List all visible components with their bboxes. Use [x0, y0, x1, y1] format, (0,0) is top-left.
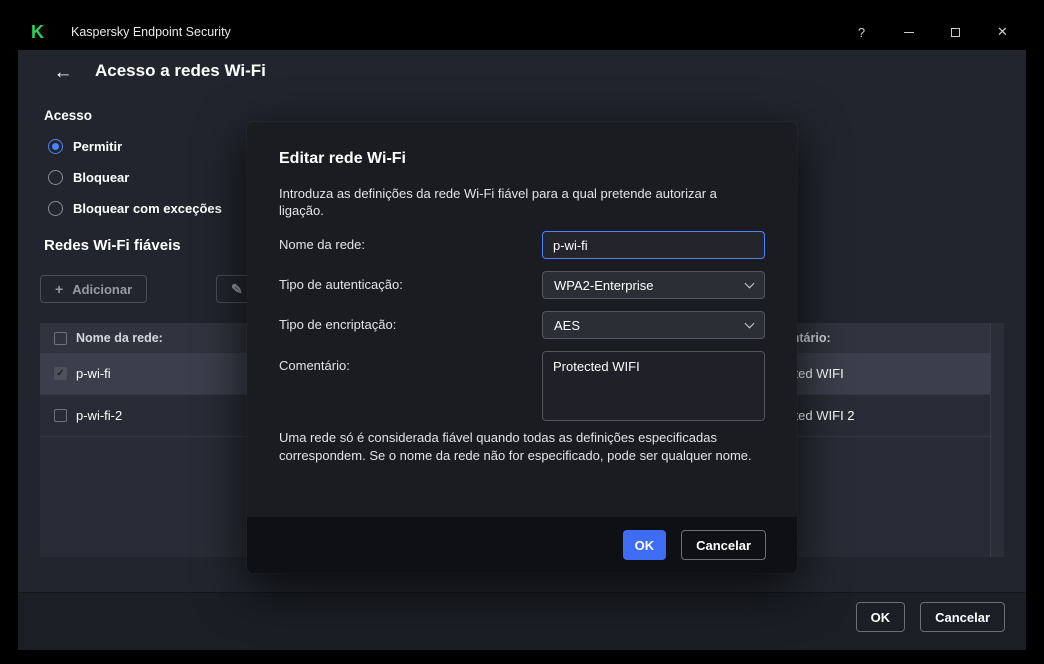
app-title: Kaspersky Endpoint Security	[71, 25, 231, 39]
select-all-checkbox[interactable]	[54, 332, 67, 345]
table-scrollbar[interactable]	[990, 323, 1004, 557]
network-name-input[interactable]	[542, 231, 765, 259]
minimize-icon	[904, 32, 914, 33]
cancel-button[interactable]: Cancelar	[920, 602, 1005, 632]
encryption-type-label: Tipo de encriptação:	[279, 311, 542, 339]
radio-label: Permitir	[73, 139, 122, 154]
titlebar: K Kaspersky Endpoint Security ? ✕	[18, 14, 1026, 50]
auth-type-label: Tipo de autenticação:	[279, 271, 542, 299]
window-controls: ? ✕	[838, 14, 1026, 50]
radio-icon	[48, 170, 63, 185]
maximize-icon	[951, 28, 960, 37]
pencil-icon: ✎	[231, 282, 243, 296]
field-comment: Comentário: Protected WIFI	[279, 351, 765, 421]
add-button-label: Adicionar	[72, 282, 132, 297]
dialog-ok-button[interactable]: OK	[623, 530, 667, 560]
network-name-label: Nome da rede:	[279, 231, 542, 259]
access-section-heading: Acesso	[44, 108, 92, 123]
plus-icon: +	[55, 282, 63, 296]
chevron-down-icon	[745, 319, 755, 329]
auth-type-select[interactable]: WPA2-Enterprise	[542, 271, 765, 299]
radio-bloquear[interactable]: Bloquear	[48, 167, 129, 187]
radio-label: Bloquear com exceções	[73, 201, 222, 216]
screen: K Kaspersky Endpoint Security ? ✕ ← Aces…	[0, 0, 1044, 664]
radio-bloquear-excecoes[interactable]: Bloquear com exceções	[48, 198, 222, 218]
field-auth-type: Tipo de autenticação: WPA2-Enterprise	[279, 271, 765, 299]
ok-button[interactable]: OK	[856, 602, 906, 632]
radio-permitir[interactable]: Permitir	[48, 136, 122, 156]
dialog-description: Introduza as definições da rede Wi-Fi fi…	[279, 185, 765, 219]
field-encryption-type: Tipo de encriptação: AES	[279, 311, 765, 339]
maximize-button[interactable]	[932, 14, 979, 50]
field-network-name: Nome da rede:	[279, 231, 765, 259]
comment-textarea[interactable]: Protected WIFI	[542, 351, 765, 421]
window-footer: OK Cancelar	[18, 592, 1026, 650]
page-title: Acesso a redes Wi-Fi	[95, 61, 266, 81]
dialog-note: Uma rede só é considerada fiável quando …	[279, 429, 765, 464]
dialog-cancel-button[interactable]: Cancelar	[681, 530, 766, 560]
radio-selected-icon	[48, 139, 63, 154]
row-checkbox[interactable]	[54, 409, 67, 422]
back-button[interactable]: ←	[50, 60, 76, 86]
row-checkbox[interactable]: ✓	[54, 367, 67, 380]
trusted-networks-heading: Redes Wi-Fi fiáveis	[44, 237, 181, 254]
help-button[interactable]: ?	[838, 14, 885, 50]
chevron-down-icon	[745, 279, 755, 289]
minimize-button[interactable]	[885, 14, 932, 50]
edit-wifi-dialog: Editar rede Wi-Fi Introduza as definiçõe…	[247, 122, 797, 573]
encryption-type-value: AES	[554, 318, 580, 333]
dialog-title: Editar rede Wi-Fi	[279, 150, 406, 168]
comment-label: Comentário:	[279, 351, 542, 421]
radio-label: Bloquear	[73, 170, 129, 185]
dialog-footer: OK Cancelar	[247, 517, 797, 573]
close-button[interactable]: ✕	[979, 14, 1026, 50]
add-network-button[interactable]: + Adicionar	[40, 275, 147, 303]
encryption-type-select[interactable]: AES	[542, 311, 765, 339]
radio-icon	[48, 201, 63, 216]
kaspersky-logo-icon: K	[31, 23, 44, 41]
auth-type-value: WPA2-Enterprise	[554, 278, 653, 293]
check-icon: ✓	[56, 369, 64, 379]
